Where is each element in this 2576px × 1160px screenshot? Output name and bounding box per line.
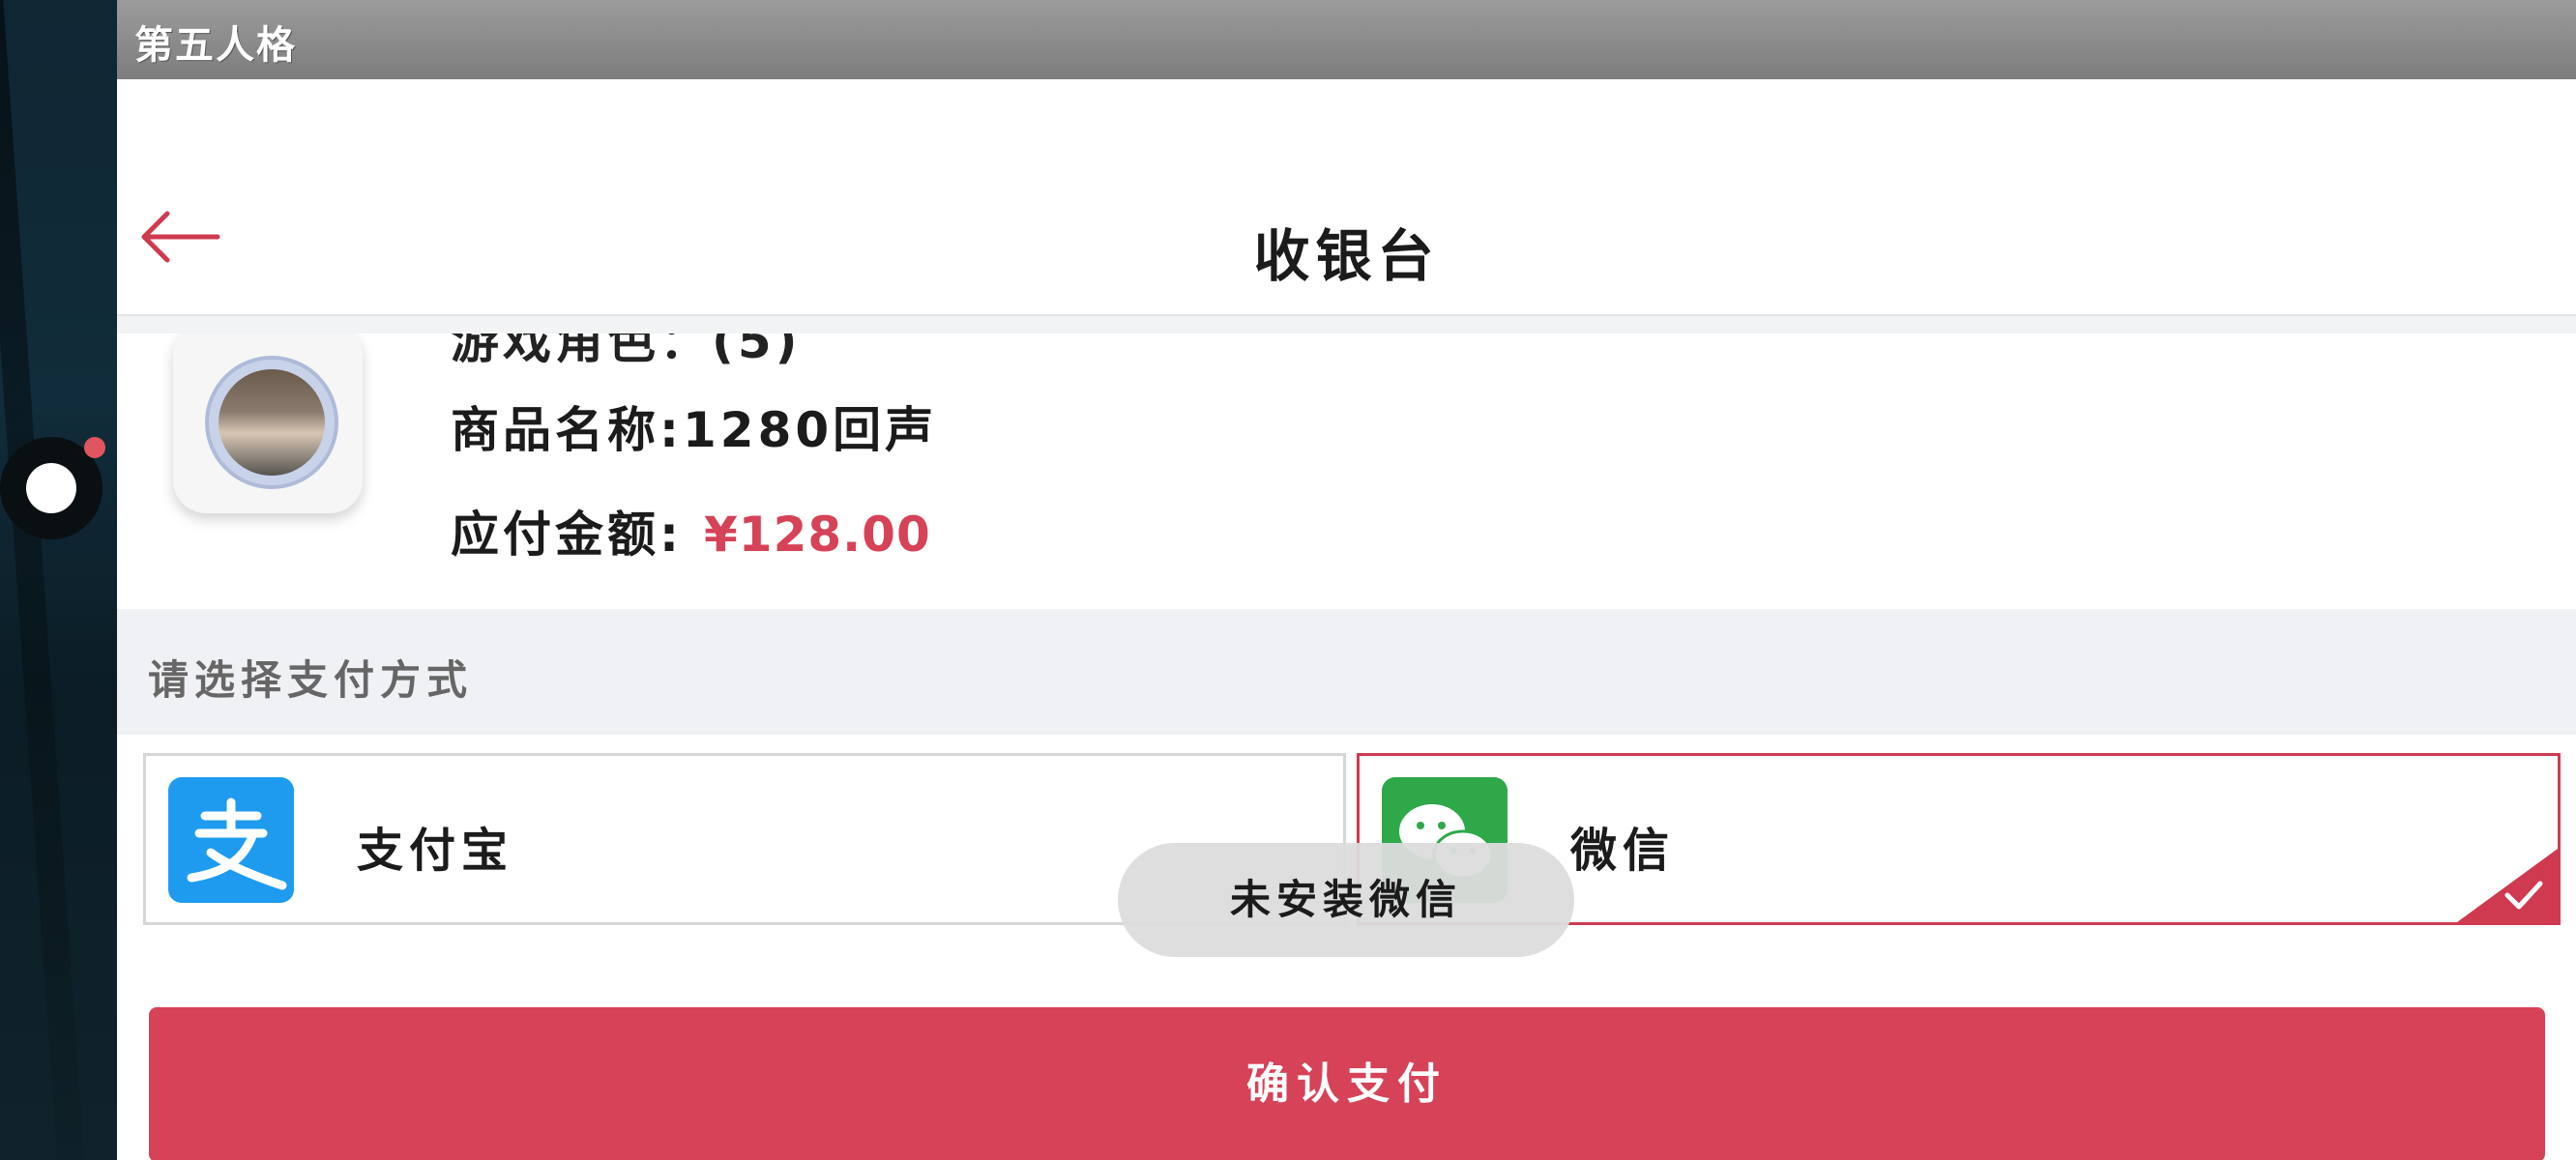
header-divider — [117, 316, 2576, 334]
game-background — [0, 0, 117, 1160]
floating-assistant-ball[interactable] — [0, 437, 105, 539]
page-title: 收银台 — [1253, 223, 1440, 289]
product-name-label: 商品名称: — [451, 402, 683, 458]
alipay-label: 支付宝 — [357, 824, 514, 878]
character-avatar — [205, 356, 338, 489]
checkmark-icon — [2504, 881, 2543, 910]
amount-label: 应付金额: — [451, 507, 683, 563]
payment-method-label: 请选择支付方式 — [148, 656, 474, 704]
confirm-payment-button[interactable]: 确认支付 — [149, 1007, 2545, 1160]
character-portrait — [219, 369, 325, 476]
alipay-icon — [168, 777, 294, 903]
app-title-bar: 第五人格 — [117, 0, 2576, 79]
app-title: 第五人格 — [134, 23, 297, 68]
product-name: 商品名称:1280回声 — [451, 392, 937, 461]
amount-value: ¥128.00 — [704, 507, 931, 563]
page-header: 收银台 — [117, 79, 2576, 316]
product-info: 游戏角色：(5) 商品名称:1280回声 应付金额: ¥128.00 — [117, 334, 2576, 609]
wechat-label: 微信 — [1570, 824, 1676, 878]
payment-method-header: 请选择支付方式 — [117, 609, 2576, 735]
product-partial-line: 游戏角色：(5) — [451, 334, 802, 369]
checkout-page: 收银台 游戏角色：(5) 商品名称:1280回声 应付金额: ¥128.00 请选… — [117, 79, 2576, 1160]
notification-dot — [84, 437, 105, 458]
product-image — [173, 334, 363, 513]
toast-message: 未安装微信 — [1118, 843, 1574, 957]
floating-ball-inner — [26, 463, 76, 513]
product-name-value: 1280回声 — [683, 402, 938, 458]
background-streak — [0, 0, 89, 1160]
amount-due: 应付金额: ¥128.00 — [451, 496, 931, 566]
